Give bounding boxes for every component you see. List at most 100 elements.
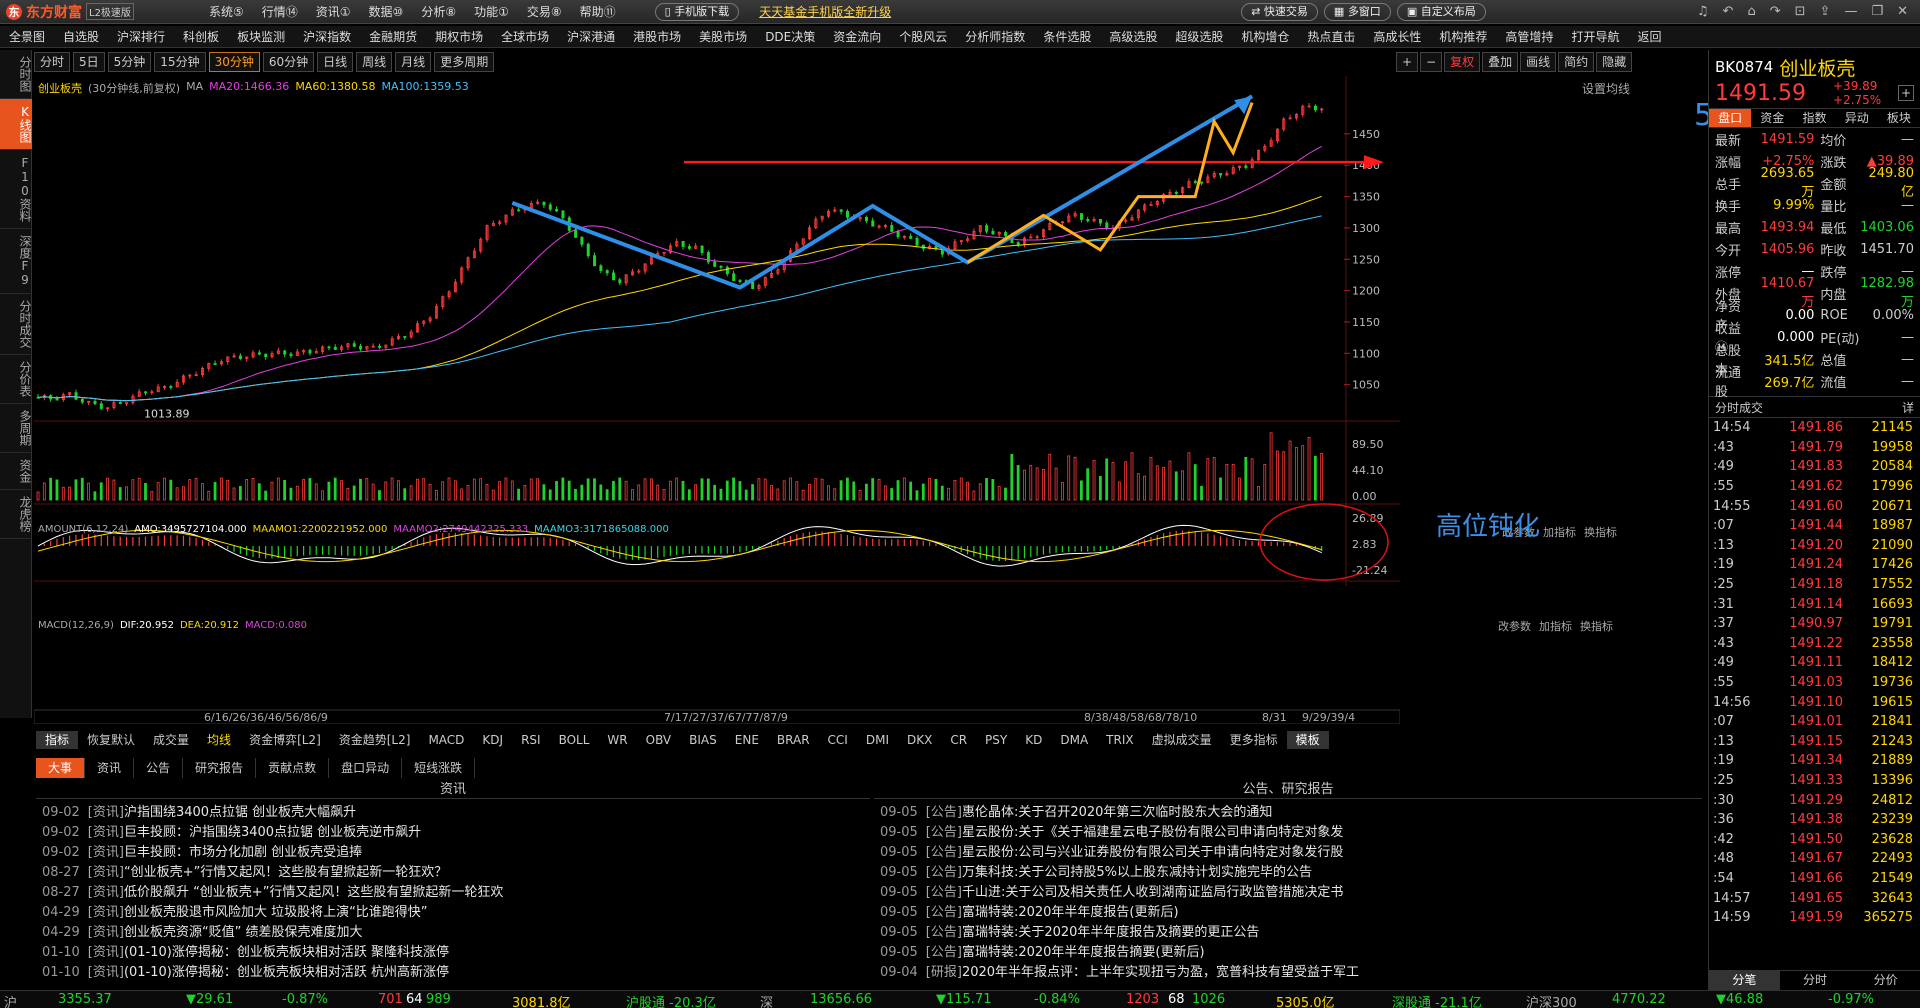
menu-item-6[interactable]: 交易⑧: [518, 3, 571, 20]
indicator-tab-23[interactable]: 虚拟成交量: [1143, 731, 1221, 749]
minimize-icon[interactable]: —: [1844, 4, 1857, 19]
indicator-tab-24[interactable]: 更多指标: [1221, 731, 1287, 749]
indicator-tab-15[interactable]: CCI: [819, 731, 857, 749]
indicator-tab-0[interactable]: 指标: [36, 731, 79, 749]
news-tab-4[interactable]: 贡献点数: [256, 758, 330, 778]
news-item[interactable]: 08-27 [资讯]“创业板壳+”行情又起风！这些股有望掀起新一轮狂欢？: [42, 863, 862, 883]
multi-window-button[interactable]: ▦ 多窗口: [1323, 2, 1391, 21]
period-9[interactable]: 更多周期: [434, 52, 495, 72]
quote-tab-3[interactable]: 异动: [1836, 109, 1878, 127]
quote-tab-1[interactable]: 资金: [1751, 109, 1793, 127]
view-tab-6[interactable]: 多周期: [0, 404, 32, 453]
chart-tool-6[interactable]: 隐藏: [1596, 52, 1633, 72]
indicator-tab-3[interactable]: 均线: [198, 731, 240, 749]
nav-item-20[interactable]: 热点直击: [1298, 28, 1364, 45]
period-5[interactable]: 60分钟: [262, 52, 315, 72]
view-tab-0[interactable]: 分时图: [0, 50, 32, 99]
indicator-tab-13[interactable]: ENE: [726, 731, 768, 749]
news-item[interactable]: 08-27 [资讯]低价股飙升 “创业板壳+”行情又起风！这些股有望掀起新一轮狂欢: [42, 883, 862, 903]
indicator-tab-17[interactable]: DKX: [898, 731, 941, 749]
indicator-tab-19[interactable]: PSY: [976, 731, 1016, 749]
ma-settings-button[interactable]: 设置均线: [1582, 80, 1630, 97]
chart-tool-1[interactable]: −: [1420, 52, 1443, 72]
indicator-tab-18[interactable]: CR: [941, 731, 976, 749]
chart-tool-3[interactable]: 叠加: [1482, 52, 1519, 72]
news-item[interactable]: 09-02 [资讯]巨丰投顾：市场分化加剧 创业板壳受追捧: [42, 843, 862, 863]
indicator-tab-20[interactable]: KD: [1016, 731, 1051, 749]
quote-tab-0[interactable]: 盘口: [1709, 109, 1752, 127]
nav-item-5[interactable]: 沪深指数: [294, 28, 360, 45]
macd-change-param[interactable]: 改参数: [1498, 618, 1531, 634]
indicator-tab-5[interactable]: 资金趋势[L2]: [330, 731, 420, 749]
ticks-detail-button[interactable]: 详: [1902, 399, 1914, 416]
news-item[interactable]: 09-05 [公告]万集科技:关于公司持股5%以上股东减持计划实施完毕的公告: [880, 863, 1700, 883]
home-icon[interactable]: ⌂: [1747, 4, 1755, 19]
period-4[interactable]: 30分钟: [208, 52, 260, 72]
news-item[interactable]: 09-05 [公告]星云股份:公司与兴业证券股份有限公司关于申请向特定对象发行股: [880, 843, 1700, 863]
period-2[interactable]: 5分钟: [107, 52, 152, 72]
indicator-tab-8[interactable]: RSI: [512, 731, 550, 749]
nav-item-13[interactable]: 资金流向: [824, 28, 890, 45]
news-item[interactable]: 09-05 [公告]星云股份:关于《关于福建星云电子股份有限公司申请向特定对象发: [880, 823, 1700, 843]
nav-item-1[interactable]: 自选股: [54, 28, 108, 45]
nav-item-17[interactable]: 高级选股: [1100, 28, 1166, 45]
news-item[interactable]: 04-29 [资讯]创业板壳资源“贬值” 绩差股保壳难度加大: [42, 923, 862, 943]
chart-tool-0[interactable]: +: [1396, 52, 1419, 72]
menu-item-2[interactable]: 资讯①: [307, 3, 360, 20]
quote-tab-4[interactable]: 板块: [1878, 109, 1920, 127]
nav-item-8[interactable]: 全球市场: [492, 28, 558, 45]
news-item[interactable]: 09-05 [公告]惠伦晶体:关于召开2020年第三次临时股东大会的通知: [880, 803, 1700, 823]
nav-item-18[interactable]: 超级选股: [1166, 28, 1232, 45]
nav-item-14[interactable]: 个股风云: [890, 28, 956, 45]
nav-item-25[interactable]: 返回: [1628, 28, 1670, 45]
menu-item-5[interactable]: 功能①: [465, 3, 518, 20]
indicator-tab-22[interactable]: TRIX: [1097, 731, 1142, 749]
view-tab-1[interactable]: K线图: [0, 99, 32, 150]
period-7[interactable]: 周线: [356, 52, 393, 72]
restore-icon[interactable]: ❐: [1871, 4, 1883, 19]
chart-tool-4[interactable]: 画线: [1520, 52, 1557, 72]
news-tab-6[interactable]: 短线涨跌: [402, 758, 476, 778]
indicator-tab-25[interactable]: 模板: [1286, 731, 1329, 749]
nav-item-7[interactable]: 期权市场: [426, 28, 492, 45]
ticks-tab-2[interactable]: 分价: [1850, 971, 1920, 990]
promo-link[interactable]: 天天基金手机版全新升级: [759, 3, 891, 20]
news-item[interactable]: 09-02 [资讯]沪指围绕3400点拉锯 创业板壳大幅飙升: [42, 803, 862, 823]
nav-item-2[interactable]: 沪深排行: [108, 28, 174, 45]
view-tab-5[interactable]: 分价表: [0, 355, 32, 404]
close-icon[interactable]: ✕: [1897, 4, 1908, 19]
period-0[interactable]: 分时: [34, 52, 71, 72]
indicator-tab-1[interactable]: 恢复默认: [78, 731, 144, 749]
chart-tool-2[interactable]: 复权: [1444, 52, 1481, 72]
indicator-tab-7[interactable]: KDJ: [473, 731, 512, 749]
bell-icon[interactable]: ♫: [1697, 4, 1709, 19]
back-icon[interactable]: ↶: [1723, 4, 1734, 19]
nav-item-9[interactable]: 沪深港通: [558, 28, 624, 45]
indicator-tab-21[interactable]: DMA: [1051, 731, 1097, 749]
menu-item-1[interactable]: 行情⑭: [253, 3, 307, 20]
news-item[interactable]: 09-05 [公告]富瑞特装:关于2020年半年度报告及摘要的更正公告: [880, 923, 1700, 943]
indicator-tab-10[interactable]: WR: [598, 731, 636, 749]
nav-item-12[interactable]: DDE决策: [756, 28, 824, 45]
view-tab-3[interactable]: 深度F9: [0, 229, 32, 294]
nav-item-21[interactable]: 高成长性: [1364, 28, 1430, 45]
indicator-tab-16[interactable]: DMI: [857, 731, 898, 749]
macd-swap-indicator[interactable]: 换指标: [1580, 618, 1613, 634]
indicator-tab-12[interactable]: BIAS: [680, 731, 726, 749]
period-3[interactable]: 15分钟: [154, 52, 206, 72]
period-6[interactable]: 日线: [317, 52, 354, 72]
indicator-tab-4[interactable]: 资金博弈[L2]: [240, 731, 330, 749]
menu-item-3[interactable]: 数据⑩: [360, 3, 413, 20]
view-tab-7[interactable]: 资金: [0, 453, 32, 490]
news-item[interactable]: 09-04 [研报]2020年半年报点评：上半年实现扭亏为盈，宽普科技有望受益于军…: [880, 963, 1700, 983]
nav-item-24[interactable]: 打开导航: [1562, 28, 1628, 45]
news-item[interactable]: 09-05 [公告]富瑞特装:2020年半年度报告摘要(更新后): [880, 943, 1700, 963]
chart-tool-5[interactable]: 简约: [1558, 52, 1595, 72]
news-item[interactable]: 09-05 [公告]富瑞特装:2020年半年度报告(更新后): [880, 903, 1700, 923]
mobile-download-button[interactable]: ▯ 手机版下载: [654, 2, 740, 21]
view-tab-4[interactable]: 分时成交: [0, 294, 32, 355]
period-1[interactable]: 5日: [73, 52, 105, 72]
quick-trade-button[interactable]: ⇄ 快速交易: [1241, 2, 1318, 21]
ticks-tab-1[interactable]: 分时: [1780, 971, 1851, 990]
nav-item-11[interactable]: 美股市场: [690, 28, 756, 45]
